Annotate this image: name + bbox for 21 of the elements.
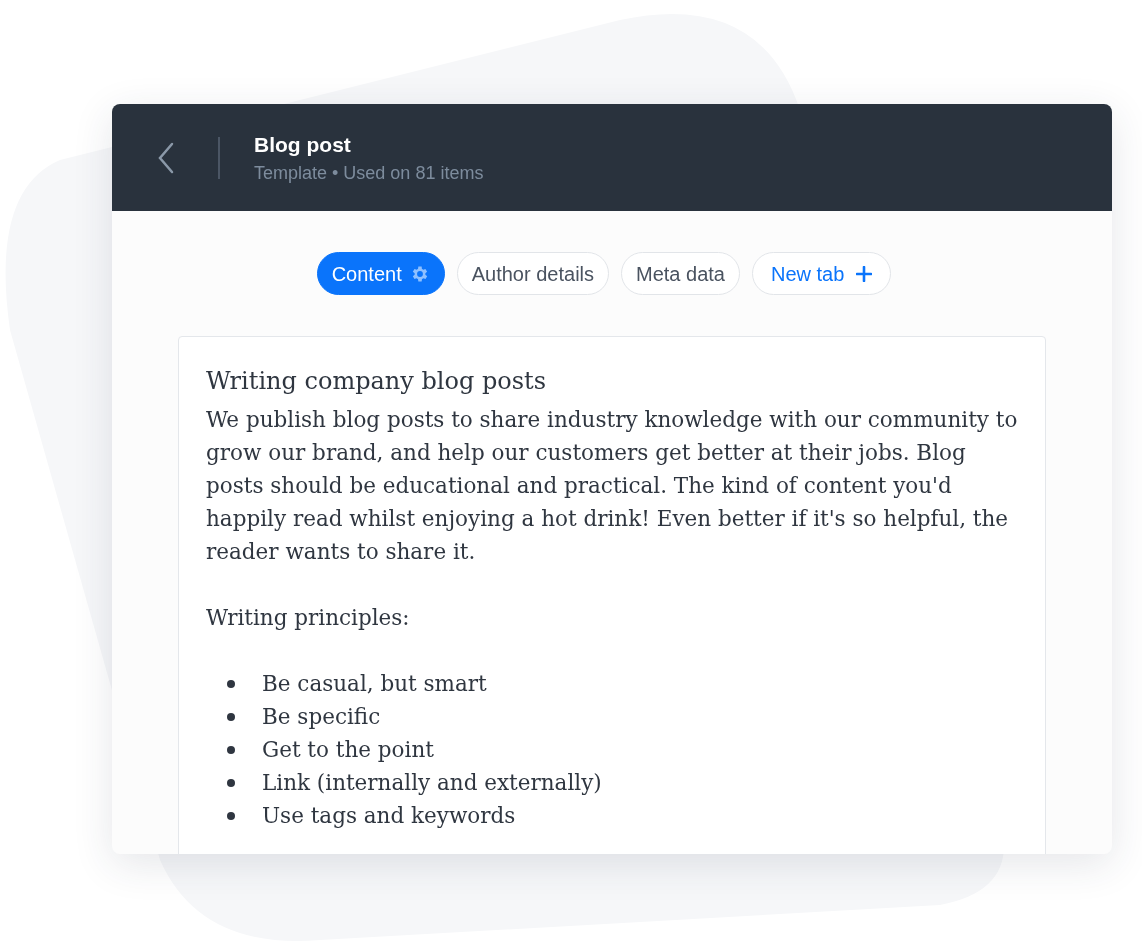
paragraph: Writing principles: xyxy=(206,604,411,632)
window-title: Blog post xyxy=(254,131,352,158)
tab[interactable]: Author details xyxy=(456,252,609,295)
tab[interactable]: Meta data xyxy=(621,252,740,295)
tab[interactable]: Content xyxy=(316,252,445,295)
list-item: Link (internally and externally) xyxy=(262,769,602,797)
document-heading: Writing company blog posts xyxy=(206,366,548,397)
list-item: Get to the point xyxy=(262,736,434,764)
new-tab-button[interactable]: New tab xyxy=(751,252,892,295)
bullet-icon xyxy=(227,712,235,721)
bullet-icon xyxy=(227,679,235,688)
paragraph: We publish blog posts to share industry knowledge with our community to grow our brand, and help our customers get better at their jobs. Blog posts should be educational and practical. The kind of content you'd happily read whilst enjoying a hot drink! Even better if it's so helpful, the reader wants to share it. xyxy=(206,406,1018,566)
bullet-icon xyxy=(227,811,235,820)
list-item: Be specific xyxy=(262,703,381,731)
list-item: Use tags and keywords xyxy=(262,802,516,830)
plus-icon xyxy=(856,265,873,282)
bullet-icon xyxy=(227,778,235,787)
bullet-icon xyxy=(227,745,235,754)
chevron-left-icon xyxy=(158,141,174,174)
list-item: Be casual, but smart xyxy=(262,670,487,698)
window-subtitle: Template • Used on 81 items xyxy=(254,161,484,185)
